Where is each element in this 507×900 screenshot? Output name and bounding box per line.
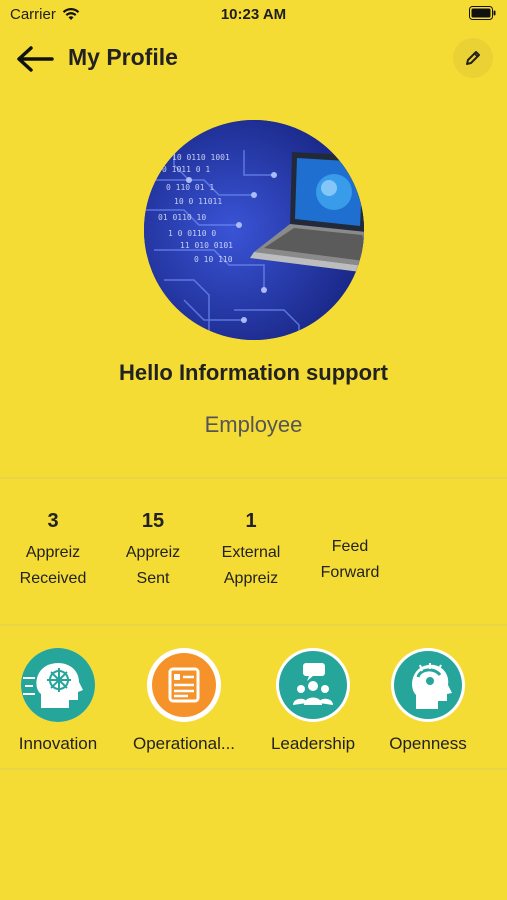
status-time: 10:23 AM <box>220 6 287 23</box>
svg-text:0 1011 0 1: 0 1011 0 1 <box>162 165 210 174</box>
value-innovation[interactable]: Innovation <box>0 648 118 754</box>
open-mind-icon <box>394 651 462 719</box>
divider <box>0 768 507 770</box>
value-icon-circle <box>21 648 95 722</box>
value-icon-circle <box>276 648 350 722</box>
back-button[interactable] <box>14 42 56 76</box>
divider <box>0 624 507 626</box>
values-row: Innovation Operational... Leadership Ope… <box>0 648 507 758</box>
stat-label: Appreiz <box>223 570 279 587</box>
value-icon-circle <box>147 648 221 722</box>
stat-external-appreiz[interactable]: 1 External Appreiz <box>201 510 301 592</box>
team-speech-icon <box>279 651 347 719</box>
stat-label: Received <box>19 570 87 587</box>
value-label: Leadership <box>270 734 356 753</box>
avatar[interactable]: 10 0110 1001 0 1011 0 1 0 110 01 1 10 0 … <box>144 120 364 340</box>
value-operational[interactable]: Operational... <box>124 648 244 754</box>
svg-text:10 0 11011: 10 0 11011 <box>174 197 222 206</box>
stat-value: 15 <box>141 510 165 532</box>
stat-label: Feed <box>331 538 369 555</box>
svg-text:0 10 110: 0 10 110 <box>194 255 233 264</box>
brain-network-icon <box>21 648 95 722</box>
document-list-icon <box>152 653 216 717</box>
value-label: Innovation <box>18 734 98 753</box>
edit-profile-button[interactable] <box>453 38 493 78</box>
status-bar: Carrier 10:23 AM <box>0 0 507 28</box>
stat-label: Forward <box>320 564 380 581</box>
stat-label: External <box>221 544 281 561</box>
profile-role: Employee <box>204 412 303 437</box>
divider <box>0 477 507 479</box>
svg-text:1 0 0110 0: 1 0 0110 0 <box>168 229 216 238</box>
arrow-left-icon <box>17 46 54 72</box>
stat-label: Appreiz <box>25 544 81 561</box>
stat-feed-forward[interactable]: Feed Forward <box>300 534 400 586</box>
header: My Profile <box>0 36 507 80</box>
svg-text:10 0110 1001: 10 0110 1001 <box>172 153 230 162</box>
svg-text:0 110 01 1: 0 110 01 1 <box>166 183 214 192</box>
profile-greeting: Hello Information support <box>119 360 388 385</box>
stat-label: Sent <box>136 570 170 587</box>
battery-icon <box>469 6 497 24</box>
value-label: Operational... <box>132 734 236 753</box>
svg-text:01 0110 10: 01 0110 10 <box>158 213 206 222</box>
svg-text:11 010 0101: 11 010 0101 <box>180 241 233 250</box>
pencil-icon <box>466 51 480 65</box>
value-icon-circle <box>391 648 465 722</box>
value-label: Openness <box>389 734 467 753</box>
stat-appreiz-sent[interactable]: 15 Appreiz Sent <box>103 510 203 592</box>
page-title: My Profile <box>68 44 178 70</box>
stats-row: 3 Appreiz Received 15 Appreiz Sent 1 Ext… <box>0 510 507 600</box>
stat-value: 1 <box>245 510 257 532</box>
value-openness[interactable]: Openness <box>368 648 488 754</box>
stat-appreiz-received[interactable]: 3 Appreiz Received <box>3 510 103 592</box>
value-leadership[interactable]: Leadership <box>253 648 373 754</box>
stat-label: Appreiz <box>125 544 181 561</box>
stat-value: 3 <box>47 510 59 532</box>
